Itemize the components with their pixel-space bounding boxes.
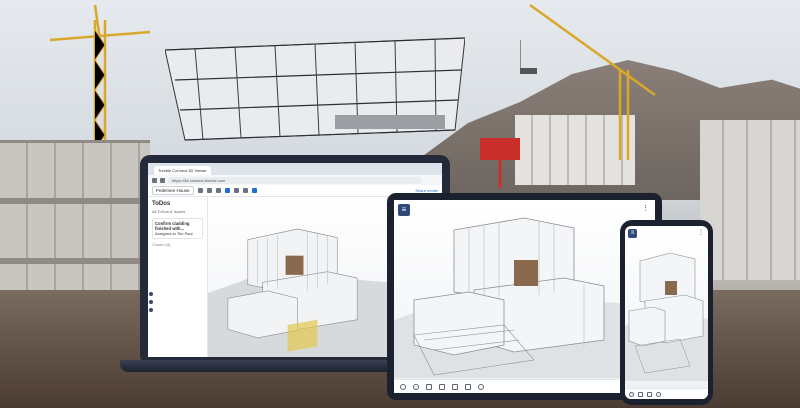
todo-item-title: Confirm cladding finished with... [155,221,190,231]
url-input[interactable]: https://3d.connect.trimble.com [168,176,422,184]
measure-icon[interactable] [242,188,248,193]
grid-icon[interactable] [647,391,652,397]
closed-todos-group[interactable]: Closed (4) [152,242,203,247]
markup-icon[interactable] [251,188,257,193]
building-right [700,120,800,280]
section-icon[interactable] [233,188,239,193]
todo-item[interactable]: Confirm cladding finished with... Assign… [152,218,203,239]
phone-screen: ≡ ⋮ [625,226,708,399]
home-icon[interactable] [400,383,406,390]
todo-item-meta: Assigned to Tim Paul [155,231,193,236]
rail-dot-icon[interactable] [148,308,153,312]
todo-filter[interactable]: All ToDos & Issues [152,209,203,214]
walk-icon[interactable] [215,188,221,193]
todo-tool-icon[interactable] [224,188,230,193]
more-options-icon[interactable]: ⋮ [698,229,704,236]
todo-title: ToDos [152,201,171,207]
3d-viewport[interactable] [208,197,387,357]
back-icon[interactable] [152,177,157,183]
browser-tab-strip: Trimble Connect 3D Viewer [148,163,442,175]
grid-icon[interactable] [452,383,458,390]
left-rail [148,292,153,312]
comment-icon[interactable] [478,383,484,390]
address-bar-row: https://3d.connect.trimble.com [148,175,442,185]
menu-icon[interactable]: ≡ [628,229,637,238]
boom-lift [480,138,520,188]
section-icon[interactable] [439,383,445,390]
project-selector[interactable]: Pedersen House [152,186,194,195]
phone-toolbar [625,388,708,399]
comment-icon[interactable] [656,391,661,397]
building-model [208,228,387,357]
select-tool-icon[interactable] [197,188,203,193]
tablet-toolbar [394,379,655,393]
reload-icon[interactable] [160,177,165,183]
todo-panel: ToDos All ToDos & Issues Confirm claddin… [148,197,208,357]
tablet-screen: ≡ ⋮ [394,200,655,393]
building-model [394,217,655,378]
rail-dot-icon[interactable] [148,300,153,304]
orbit-icon[interactable] [413,383,419,390]
cloud-icon[interactable] [426,383,432,390]
building-model [625,252,708,381]
cloud-icon[interactable] [638,391,643,397]
tower-crane-left [49,4,150,160]
tower-crane-right [520,3,656,160]
phone-device: ≡ ⋮ [620,220,713,405]
browser-tab[interactable]: Trimble Connect 3D Viewer [154,166,211,175]
measure-icon[interactable] [465,383,471,390]
home-icon[interactable] [629,391,634,397]
steel-frame-model [165,37,465,141]
fit-icon[interactable] [206,188,212,193]
rail-dot-icon[interactable] [148,292,153,296]
